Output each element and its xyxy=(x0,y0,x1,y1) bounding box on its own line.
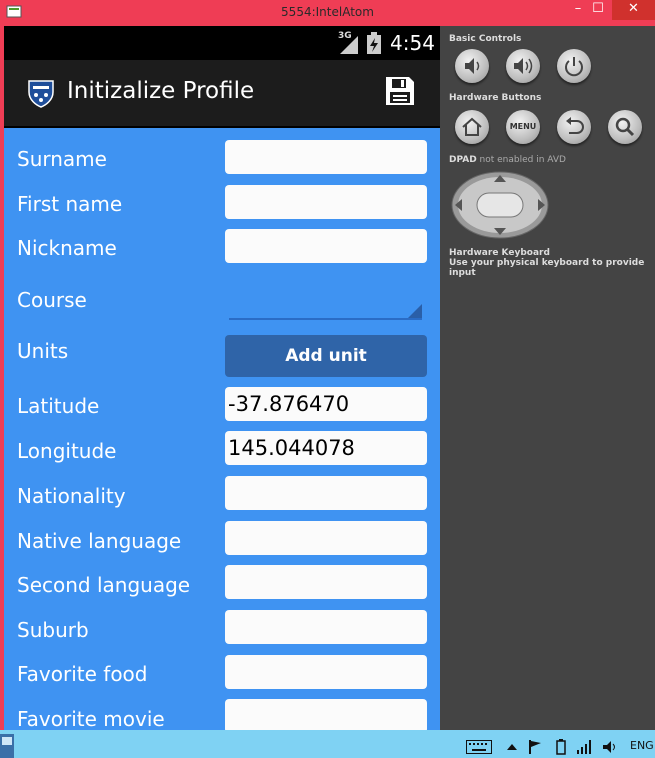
power-button[interactable] xyxy=(557,49,591,83)
search-icon xyxy=(615,117,635,137)
taskbar-app-icon[interactable] xyxy=(0,734,16,758)
power-plug-icon[interactable] xyxy=(554,739,568,755)
volume-down-button[interactable] xyxy=(455,49,489,83)
dpad-control[interactable] xyxy=(451,171,549,239)
battery-icon xyxy=(367,32,381,54)
keyboard-heading: Hardware Keyboard xyxy=(449,248,550,258)
window-title: 5554:IntelAtom xyxy=(281,5,374,19)
first-name-label: First name xyxy=(17,192,123,216)
signal-icon xyxy=(340,36,358,54)
home-button[interactable] xyxy=(455,110,489,144)
page-title: Initizalize Profile xyxy=(67,78,255,104)
nickname-input[interactable] xyxy=(225,229,427,263)
home-icon xyxy=(462,117,482,136)
keyboard-description: Use your physical keyboard to provide in… xyxy=(449,258,645,278)
favorite-food-input[interactable] xyxy=(225,655,427,689)
tray-overflow-icon[interactable] xyxy=(507,744,517,750)
latitude-input[interactable] xyxy=(225,387,427,421)
close-button[interactable]: ✕ xyxy=(612,0,655,20)
status-bar: 3G 4:54 xyxy=(4,26,440,60)
action-bar: Initizalize Profile xyxy=(4,60,440,128)
surname-input[interactable] xyxy=(225,140,427,174)
favorite-movie-label: Favorite movie xyxy=(17,707,165,730)
keyboard-icon[interactable] xyxy=(466,740,492,754)
clock: 4:54 xyxy=(390,31,435,55)
latitude-label: Latitude xyxy=(17,394,100,418)
second-language-input[interactable] xyxy=(225,565,427,599)
add-unit-button[interactable]: Add unit xyxy=(225,335,427,377)
suburb-input[interactable] xyxy=(225,610,427,644)
menu-button[interactable]: MENU xyxy=(506,110,540,144)
phone-screen: 3G 4:54 Initizalize Profile Surname Firs… xyxy=(4,26,440,730)
power-icon xyxy=(565,57,583,77)
longitude-input[interactable] xyxy=(225,431,427,465)
second-language-label: Second language xyxy=(17,573,191,597)
menu-button-label: MENU xyxy=(509,122,537,131)
course-label: Course xyxy=(17,288,87,312)
flag-icon[interactable] xyxy=(528,740,542,754)
university-crest-icon[interactable] xyxy=(26,78,56,108)
taskbar: ENG xyxy=(0,730,655,758)
emulator-control-panel: Basic Controls Hardware Buttons MENU DPA… xyxy=(440,26,655,730)
volume-up-button[interactable] xyxy=(506,49,540,83)
basic-controls-heading: Basic Controls xyxy=(449,34,522,44)
window-titlebar[interactable]: 5554:IntelAtom – ☐ ✕ xyxy=(0,0,655,26)
search-button[interactable] xyxy=(608,110,642,144)
favorite-movie-input[interactable] xyxy=(225,699,427,730)
surname-label: Surname xyxy=(17,147,107,171)
units-label: Units xyxy=(17,339,69,363)
first-name-input[interactable] xyxy=(225,185,427,219)
suburb-label: Suburb xyxy=(17,618,89,642)
nationality-input[interactable] xyxy=(225,476,427,510)
dpad-label: DPAD xyxy=(449,155,477,165)
back-icon xyxy=(566,117,584,134)
maximize-button[interactable]: ☐ xyxy=(585,0,611,20)
volume-down-icon xyxy=(465,58,480,74)
course-spinner[interactable] xyxy=(229,296,422,320)
nationality-label: Nationality xyxy=(17,484,126,508)
native-language-input[interactable] xyxy=(225,521,427,555)
back-button[interactable] xyxy=(557,110,591,144)
dpad-status: DPAD not enabled in AVD xyxy=(449,155,566,165)
nickname-label: Nickname xyxy=(17,236,117,260)
volume-up-icon xyxy=(514,58,533,74)
native-language-label: Native language xyxy=(17,529,182,553)
spinner-arrow-icon xyxy=(408,304,422,318)
favorite-food-label: Favorite food xyxy=(17,662,148,686)
network-signal-icon[interactable] xyxy=(577,740,593,754)
hardware-buttons-heading: Hardware Buttons xyxy=(449,93,542,103)
speaker-icon[interactable] xyxy=(603,740,617,754)
language-indicator[interactable]: ENG xyxy=(630,739,654,752)
save-icon[interactable] xyxy=(384,75,416,107)
longitude-label: Longitude xyxy=(17,439,117,463)
dpad-note: not enabled in AVD xyxy=(476,155,566,165)
